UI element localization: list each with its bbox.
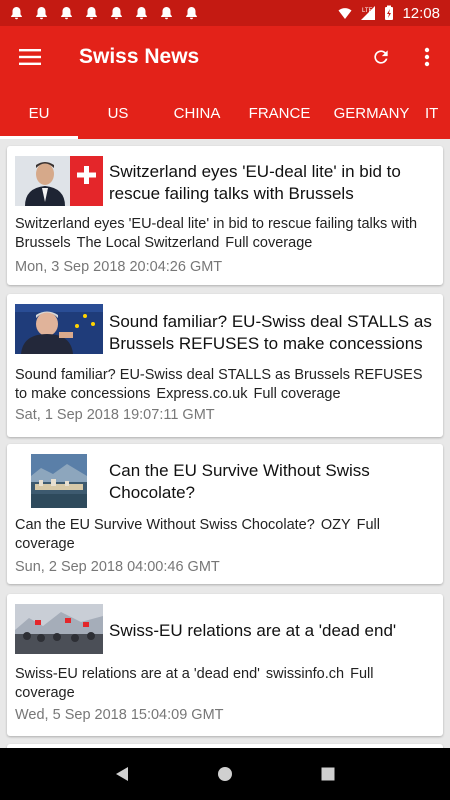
wifi-icon	[338, 8, 352, 19]
back-button[interactable]	[107, 759, 137, 789]
tab-germany[interactable]: GERMANY	[323, 88, 420, 139]
article-source[interactable]: OZY	[321, 517, 351, 533]
article-date: Sun, 2 Sep 2018 04:00:46 GMT	[15, 559, 220, 575]
article-source[interactable]: swissinfo.ch	[266, 666, 344, 682]
refresh-button[interactable]	[358, 26, 404, 88]
tab-eu[interactable]: EU	[0, 88, 78, 139]
overflow-menu-button[interactable]	[404, 26, 450, 88]
bell-icon	[11, 6, 22, 20]
article-thumbnail	[15, 304, 103, 354]
bell-icon	[36, 6, 47, 20]
category-tabs: EU US CHINA FRANCE GERMANY IT	[0, 88, 450, 139]
article-source[interactable]: The Local Switzerland	[77, 235, 220, 251]
news-card[interactable]: Can the EU Survive Without Swiss Chocola…	[7, 444, 443, 584]
status-bar: LTE 12:08	[0, 0, 450, 26]
article-date: Mon, 3 Sep 2018 20:04:26 GMT	[15, 259, 223, 275]
notification-icons	[10, 6, 198, 20]
article-thumbnail	[15, 604, 103, 654]
hamburger-menu-icon	[19, 49, 41, 65]
recents-button[interactable]	[313, 759, 343, 789]
bell-icon	[186, 6, 197, 20]
tab-china[interactable]: CHINA	[158, 88, 236, 139]
article-date: Sat, 1 Sep 2018 19:07:11 GMT	[15, 407, 215, 423]
refresh-icon	[374, 50, 388, 64]
home-circle-icon	[217, 767, 232, 781]
system-navigation-bar	[0, 748, 450, 800]
article-summary: Sound familiar? EU-Swiss deal STALLS as …	[15, 366, 435, 404]
news-card[interactable]: Swiss-EU relations are at a 'dead end' S…	[7, 594, 443, 736]
more-vert-icon	[424, 47, 430, 67]
bell-icon	[161, 6, 172, 20]
news-card[interactable]: Switzerland eyes 'EU-deal lite' in bid t…	[7, 146, 443, 285]
article-title[interactable]: Can the EU Survive Without Swiss Chocola…	[109, 460, 435, 504]
status-indicators: LTE 12:08	[338, 5, 440, 22]
full-coverage-link[interactable]: Full coverage	[253, 386, 340, 402]
news-card[interactable]: Sound familiar? EU-Swiss deal STALLS as …	[7, 294, 443, 437]
svg-text:LTE: LTE	[362, 8, 373, 14]
article-thumbnail	[15, 156, 103, 206]
full-coverage-link[interactable]: Full coverage	[225, 235, 312, 251]
back-triangle-icon	[115, 767, 128, 781]
app-title: Swiss News	[79, 45, 200, 68]
article-summary: Switzerland eyes 'EU-deal lite' in bid t…	[15, 215, 435, 253]
recents-square-icon	[321, 767, 335, 781]
bell-icon	[86, 6, 97, 20]
article-date: Wed, 5 Sep 2018 15:04:09 GMT	[15, 707, 224, 723]
lte-signal-icon: LTE	[361, 6, 376, 20]
bell-icon	[111, 6, 122, 20]
menu-button[interactable]	[0, 26, 60, 88]
article-title[interactable]: Switzerland eyes 'EU-deal lite' in bid t…	[109, 161, 435, 205]
article-summary: Can the EU Survive Without Swiss Chocola…	[15, 516, 435, 554]
article-summary-text: Can the EU Survive Without Swiss Chocola…	[15, 517, 315, 533]
bell-icon	[61, 6, 72, 20]
tab-italy[interactable]: IT	[420, 88, 450, 139]
article-thumbnail	[31, 454, 87, 508]
bell-icon	[136, 6, 147, 20]
app-bar: Swiss News	[0, 26, 450, 88]
home-button[interactable]	[210, 759, 240, 789]
tab-us[interactable]: US	[78, 88, 158, 139]
tab-france[interactable]: FRANCE	[236, 88, 323, 139]
article-title[interactable]: Sound familiar? EU-Swiss deal STALLS as …	[109, 311, 435, 355]
clock: 12:08	[402, 4, 440, 22]
article-source[interactable]: Express.co.uk	[156, 386, 247, 402]
article-summary-text: Swiss-EU relations are at a 'dead end'	[15, 666, 260, 682]
battery-charging-icon	[385, 5, 394, 20]
article-summary: Swiss-EU relations are at a 'dead end' sw…	[15, 665, 435, 703]
article-title[interactable]: Swiss-EU relations are at a 'dead end'	[109, 620, 435, 642]
news-feed[interactable]: Switzerland eyes 'EU-deal lite' in bid t…	[0, 139, 450, 748]
